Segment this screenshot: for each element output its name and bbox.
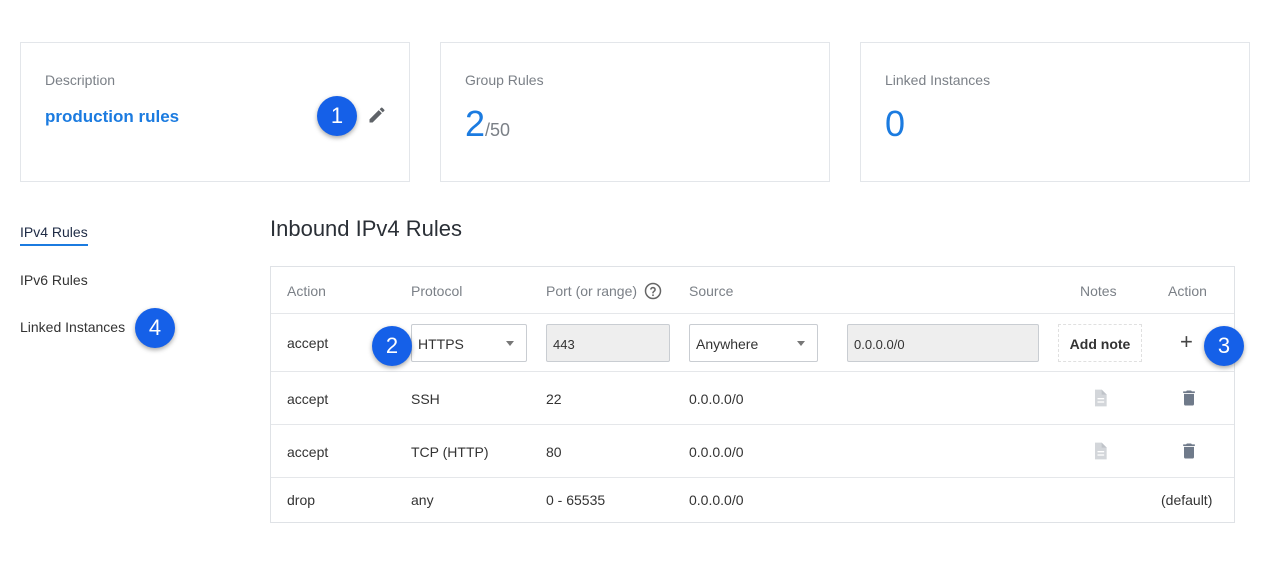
row-protocol: any — [411, 492, 434, 508]
row-source: 0.0.0.0/0 — [689, 444, 744, 460]
header-protocol: Protocol — [411, 283, 463, 299]
group-rules-card: Group Rules 2/50 — [440, 42, 830, 182]
edit-row-action: accept — [287, 335, 329, 351]
header-action-2: Action — [1168, 283, 1207, 299]
row-default-label: (default) — [1161, 492, 1213, 508]
trash-icon[interactable] — [1179, 388, 1199, 408]
header-port-label: Port (or range) — [546, 283, 638, 299]
rules-table: Action Protocol Port (or range) Source N… — [270, 266, 1235, 523]
header-source: Source — [689, 283, 734, 299]
linked-instances-card: Linked Instances 0 — [860, 42, 1250, 182]
table-row: accept TCP (HTTP) 80 0.0.0.0/0 — [271, 425, 1234, 478]
callout-badge-3: 3 — [1204, 326, 1244, 366]
help-icon[interactable] — [644, 282, 662, 300]
table-row: accept SSH 22 0.0.0.0/0 — [271, 372, 1234, 425]
sidebar-item-ipv6-rules[interactable]: IPv6 Rules — [20, 272, 88, 288]
row-protocol: SSH — [411, 391, 440, 407]
callout-badge-1: 1 — [317, 96, 357, 136]
callout-badge-4: 4 — [135, 308, 175, 348]
description-value: production rules — [45, 107, 180, 126]
caret-down-icon — [506, 341, 514, 346]
group-rules-number: 2 — [465, 103, 486, 144]
row-action: accept — [287, 391, 329, 407]
pencil-icon[interactable] — [367, 105, 387, 125]
row-source: 0.0.0.0/0 — [689, 492, 744, 508]
trash-icon[interactable] — [1179, 441, 1199, 461]
source-cidr-value: 0.0.0.0/0 — [854, 337, 905, 352]
source-cidr-input[interactable]: 0.0.0.0/0 — [847, 324, 1039, 362]
sidebar-item-ipv4-rules[interactable]: IPv4 Rules — [20, 224, 88, 246]
plus-icon[interactable]: + — [1180, 329, 1193, 355]
table-row: drop any 0 - 65535 0.0.0.0/0 (default) — [271, 478, 1234, 522]
callout-badge-2: 2 — [372, 326, 412, 366]
row-action: accept — [287, 444, 329, 460]
description-label: Description — [45, 72, 116, 88]
table-header-row: Action Protocol Port (or range) Source N… — [271, 267, 1234, 314]
row-protocol: TCP (HTTP) — [411, 444, 489, 460]
linked-instances-count: 0 — [885, 103, 906, 144]
group-rules-label: Group Rules — [465, 72, 544, 88]
note-icon[interactable] — [1090, 441, 1110, 461]
row-port: 22 — [546, 391, 562, 407]
edit-rule-row: accept HTTPS 443 Anywhere 0.0.0.0/0 Add … — [271, 314, 1234, 372]
note-icon[interactable] — [1090, 388, 1110, 408]
add-note-button[interactable]: Add note — [1058, 324, 1142, 362]
sidebar-item-linked-instances[interactable]: Linked Instances — [20, 319, 125, 335]
port-input[interactable]: 443 — [546, 324, 670, 362]
header-action: Action — [287, 283, 326, 299]
group-rules-max: /50 — [485, 120, 511, 140]
header-notes: Notes — [1080, 283, 1117, 299]
row-action: drop — [287, 492, 316, 508]
row-port: 0 - 65535 — [546, 492, 606, 508]
section-title: Inbound IPv4 Rules — [270, 216, 463, 241]
header-port: Port (or range) — [546, 282, 662, 300]
protocol-select-value: HTTPS — [418, 336, 464, 352]
protocol-select[interactable]: HTTPS — [411, 324, 527, 362]
source-select[interactable]: Anywhere — [689, 324, 818, 362]
group-rules-count: 2/50 — [465, 103, 510, 145]
linked-instances-label: Linked Instances — [885, 72, 991, 88]
row-port: 80 — [546, 444, 562, 460]
port-input-value: 443 — [553, 337, 575, 352]
caret-down-icon — [797, 341, 805, 346]
source-select-value: Anywhere — [696, 336, 759, 352]
row-source: 0.0.0.0/0 — [689, 391, 744, 407]
